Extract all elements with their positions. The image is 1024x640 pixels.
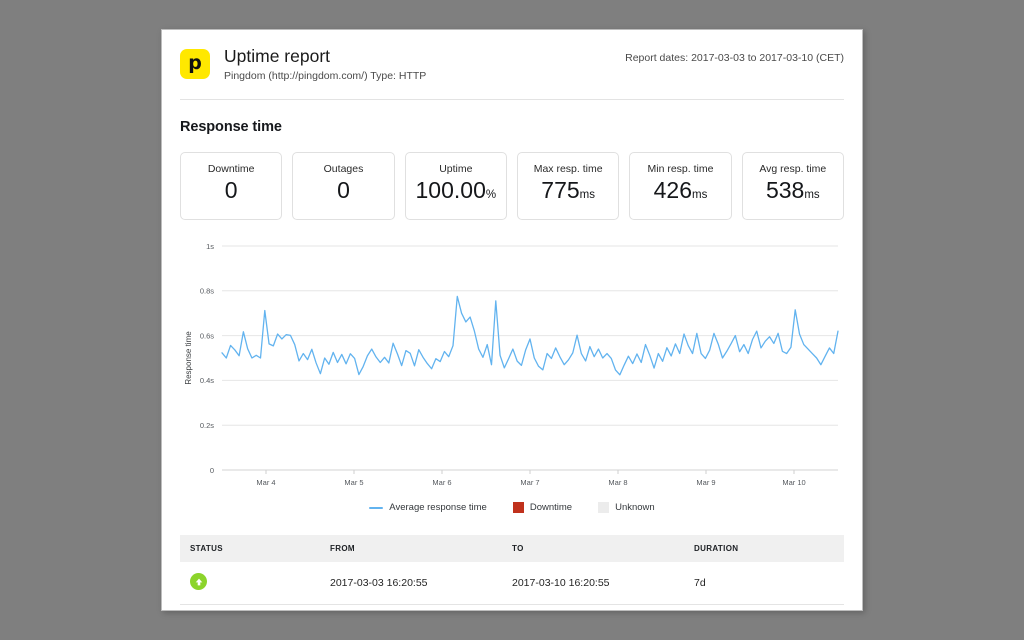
- stat-value: 426ms: [654, 177, 708, 209]
- header-titles: Uptime report Pingdom (http://pingdom.co…: [224, 46, 426, 83]
- chart-y-axis-title: Response time: [184, 331, 193, 385]
- stat-unit: ms: [804, 189, 820, 201]
- stat-card-outages: Outages 0: [292, 152, 395, 220]
- pingdom-logo-glyph: p: [188, 52, 202, 75]
- table-row: 2017-03-03 16:20:55 2017-03-10 16:20:55 …: [180, 562, 844, 605]
- stat-label: Min resp. time: [647, 163, 714, 175]
- stat-label: Downtime: [207, 163, 255, 175]
- cell-from: 2017-03-03 16:20:55: [320, 562, 502, 605]
- arrow-up-green-icon: [190, 573, 207, 590]
- stat-card-max-resp-time: Max resp. time 775ms: [516, 152, 620, 220]
- response-time-chart-svg: 0 0.2s 0.4s 0.6s 0.8s 1s Mar 4 Mar 5 Mar 6 Mar 7…: [184, 242, 839, 487]
- x-axis-tick-label: Mar 10: [782, 478, 805, 487]
- stat-number: 426: [653, 177, 692, 203]
- chart-y-axis-labels: 0 0.2s 0.4s 0.6s 0.8s 1s: [200, 242, 214, 475]
- stat-label: Outages: [323, 163, 364, 175]
- stat-value: 775ms: [541, 177, 595, 209]
- legend-label: Downtime: [529, 502, 573, 513]
- stat-number: 100.00: [415, 177, 486, 203]
- x-axis-tick-label: Mar 4: [256, 478, 275, 487]
- legend-item-unknown: Unknown: [598, 502, 655, 513]
- x-axis-tick-label: Mar 7: [520, 478, 539, 487]
- table-body: 2017-03-03 16:20:55 2017-03-10 16:20:55 …: [180, 562, 844, 605]
- chart-x-axis-labels: Mar 4 Mar 5 Mar 6 Mar 7 Mar 8 Mar 9 Mar 10: [256, 470, 806, 487]
- stat-label: Avg resp. time: [759, 163, 827, 175]
- stat-value: 0: [225, 177, 238, 209]
- stat-number: 538: [765, 177, 805, 203]
- stat-value: 538ms: [766, 177, 820, 209]
- cell-to: 2017-03-10 16:20:55: [502, 562, 684, 605]
- x-axis-tick-label: Mar 5: [344, 478, 363, 487]
- stat-card-avg-resp-time: Avg resp. time 538ms: [741, 152, 844, 220]
- stat-card-uptime: Uptime 100.00%: [404, 152, 507, 220]
- legend-label: Unknown: [615, 502, 655, 513]
- table-header: STATUS FROM TO DURATION: [180, 535, 844, 562]
- stat-number: 775: [541, 177, 580, 203]
- column-header-status: STATUS: [180, 535, 320, 562]
- report-header: p Uptime report Pingdom (http://pingdom.…: [162, 30, 862, 83]
- header-divider: [180, 99, 844, 100]
- outage-table: STATUS FROM TO DURATION 2017-03-03 16:20…: [180, 535, 844, 605]
- y-axis-tick-label: 0: [210, 466, 214, 475]
- y-axis-tick-label: 0.6s: [200, 331, 214, 340]
- column-header-to: TO: [502, 535, 684, 562]
- stat-card-min-resp-time: Min resp. time 426ms: [629, 152, 732, 220]
- uptime-report-card: p Uptime report Pingdom (http://pingdom.…: [161, 29, 863, 611]
- stat-unit: ms: [579, 189, 595, 201]
- stat-cards-row: Downtime 0 Outages 0 Uptime 100.00% Max …: [180, 152, 844, 220]
- legend-item-downtime: Downtime: [512, 502, 573, 513]
- stat-unit: ms: [691, 189, 708, 201]
- stat-value: 100.00%: [416, 177, 497, 209]
- legend-swatch-box-icon: [598, 502, 610, 513]
- pingdom-logo-icon: p: [180, 49, 210, 79]
- column-header-duration: DURATION: [684, 535, 844, 562]
- report-subtitle: Pingdom (http://pingdom.com/) Type: HTTP: [224, 70, 427, 82]
- y-axis-tick-label: 1s: [206, 242, 214, 251]
- y-axis-tick-label: 0.4s: [200, 376, 214, 385]
- x-axis-tick-label: Mar 9: [696, 478, 715, 487]
- stat-value: 0: [337, 177, 350, 209]
- chart-legend: Average response time Downtime Unknown: [180, 502, 844, 513]
- legend-swatch-box-icon: [512, 502, 524, 513]
- stat-label: Uptime: [439, 163, 473, 175]
- section-title: Response time: [180, 119, 282, 135]
- x-axis-tick-label: Mar 6: [432, 478, 451, 487]
- y-axis-tick-label: 0.2s: [200, 421, 214, 430]
- stat-number: 0: [337, 177, 350, 203]
- page-title: Uptime report: [224, 46, 331, 66]
- cell-duration: 7d: [684, 562, 844, 605]
- legend-swatch-line-icon: [369, 506, 384, 509]
- cell-status: [180, 562, 320, 605]
- stat-label: Max resp. time: [533, 163, 603, 175]
- legend-item-average-response-time: Average response time: [369, 502, 487, 513]
- column-header-from: FROM: [320, 535, 502, 562]
- stat-card-downtime: Downtime 0: [180, 152, 283, 220]
- legend-label: Average response time: [389, 502, 487, 513]
- report-dates: Report dates: 2017-03-03 to 2017-03-10 (…: [625, 52, 844, 64]
- response-time-chart: 0 0.2s 0.4s 0.6s 0.8s 1s Mar 4 Mar 5 Mar 6 Mar 7…: [180, 238, 844, 520]
- stat-unit: %: [485, 189, 497, 201]
- stat-number: 0: [224, 177, 238, 203]
- x-axis-tick-label: Mar 8: [608, 478, 627, 487]
- y-axis-tick-label: 0.8s: [200, 287, 214, 296]
- table-header-row: STATUS FROM TO DURATION: [180, 535, 844, 562]
